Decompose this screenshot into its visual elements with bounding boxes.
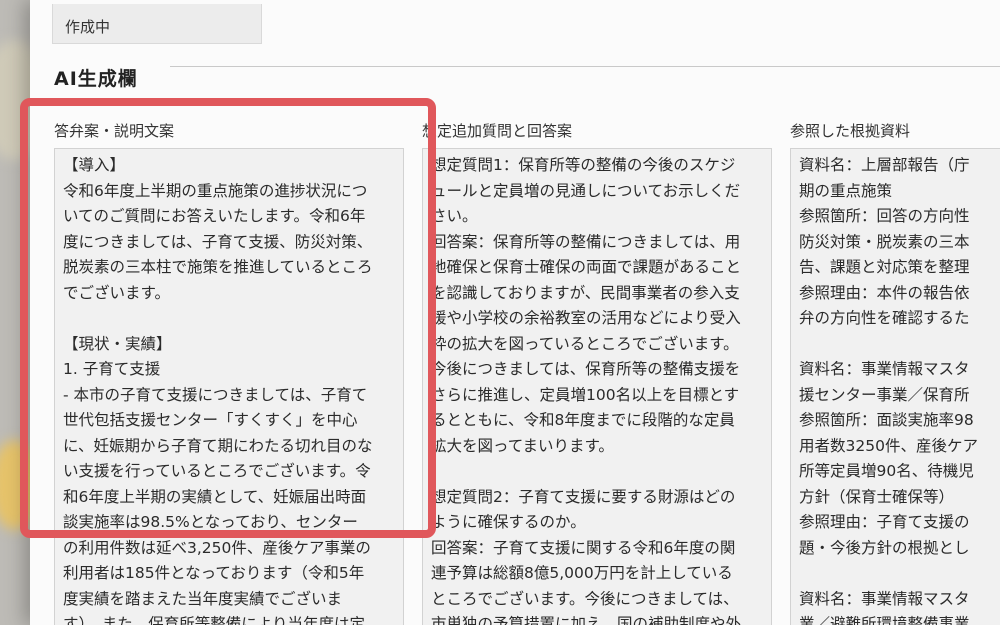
text-line: ​: [799, 561, 1000, 587]
text-line: でございます。: [63, 283, 170, 302]
text-line: 業／避難所環境整備事業: [799, 615, 970, 625]
text-line: 想定質問1：保育所等の整備の今後のスケジ: [431, 156, 736, 174]
status-field[interactable]: 作成中: [52, 4, 262, 44]
text-line: 参照箇所：回答の方向性: [799, 207, 970, 225]
text-line: 資料名：事業情報マスタ: [799, 360, 970, 378]
text-line: を認識しておりますが、民間事業者の参入支: [431, 283, 740, 302]
text-line: 防災対策・脱炭素の三本: [799, 232, 970, 251]
text-line: 告、課題と対応策を整理: [799, 258, 970, 276]
text-line: 回答案：保育所等の整備につきましては、用: [431, 232, 741, 251]
text-line: 弁の方向性を確認するた: [799, 309, 970, 327]
text-line: 資料名：事業情報マスタ: [799, 589, 970, 608]
section-divider: [170, 66, 1000, 67]
text-line: い支援を行っているところでございます。令: [63, 462, 371, 480]
text-line: 枠の拡大を図っているところでございます。: [431, 334, 739, 353]
text-line: 参照理由：子育て支援の: [799, 513, 970, 531]
text-line: 世代包括支援センター「すくすく」を中心: [63, 411, 358, 429]
text-line: 脱炭素の三本柱で施策を推進しているところ: [63, 258, 373, 276]
text-line: 参照箇所：面談実施率98: [799, 411, 974, 429]
text-line: に、妊娠期から子育て期にわたる切れ目のな: [63, 436, 373, 455]
text-line: 地確保と保育士確保の両面で課題があること: [431, 258, 742, 276]
text-line: 市単独の予算措置に加え、国の補助制度や外: [431, 615, 742, 625]
answer-draft-textarea[interactable]: 【導入】 令和6年度上半期の重点施策の進捗状況につ いてのご質問にお答えいたしま…: [54, 148, 404, 625]
section-title: AI生成欄: [54, 68, 138, 90]
text-line: 題・今後方針の根拠とし: [799, 538, 970, 557]
text-line: ​: [431, 459, 763, 485]
text-line: 和6年度上半期の実績として、妊娠届出時面: [63, 487, 367, 506]
text-line: 【現状・実績】: [63, 334, 172, 353]
reference-docs-label: 参照した根拠資料: [790, 122, 911, 140]
text-line: 今後につきましては、保育所等の整備支援を: [431, 360, 741, 378]
text-line: す）。また、保育所等整備により当年度は定: [63, 615, 365, 625]
followup-qa-textarea[interactable]: 想定質問1：保育所等の整備の今後のスケジ ュールと定員増の見通しについてお示しく…: [422, 148, 772, 625]
text-line: ュールと定員増の見通しについてお示しくだ: [431, 181, 741, 200]
text-line: ように確保するのか。: [431, 513, 586, 531]
text-line: ​: [799, 332, 1000, 358]
text-line: 回答案：子育て支援に関する令和6年度の関: [431, 538, 736, 557]
text-line: さらに推進し、定員増100名以上を目標とす: [431, 385, 740, 404]
text-line: 度につきましては、子育て支援、防災対策、: [63, 232, 373, 251]
text-line: さい。: [431, 207, 478, 225]
text-line: 1. 子育て支援: [63, 360, 161, 378]
text-line: 参照理由：本件の報告依: [799, 283, 970, 302]
text-line: いてのご質問にお答えいたします。令和6年: [63, 207, 366, 225]
text-line: 連予算は総額8億5,000万円を計上している: [431, 564, 733, 582]
document-page: 作成中 AI生成欄 答弁案・説明文案 【導入】 令和6年度上半期の重点施策の進捗…: [30, 0, 1000, 625]
answer-draft-label: 答弁案・説明文案: [54, 122, 175, 140]
text-line: 方針（保育士確保等）: [799, 487, 955, 506]
status-value: 作成中: [65, 18, 111, 36]
text-line: 援や小学校の余裕教室の活用などにより受入: [431, 309, 741, 327]
text-line: 令和6年度上半期の重点施策の進捗状況につ: [63, 181, 368, 200]
text-line: 談実施率は98.5%となっており、センター: [63, 513, 358, 531]
text-line: 想定質問2：子育て支援に要する財源はどの: [431, 487, 736, 506]
text-line: 期の重点施策: [799, 181, 893, 200]
text-line: - 本市の子育て支援につきましては、子育て: [63, 385, 368, 404]
text-line: 用者数3250件、産後ケア: [799, 436, 978, 455]
text-line: の利用件数は延べ3,250件、産後ケア事業の: [63, 538, 371, 557]
text-line: 【導入】: [63, 156, 126, 174]
text-line: 所等定員増90名、待機児: [799, 462, 974, 480]
reference-docs-textarea[interactable]: 資料名：上層部報告（庁 期の重点施策 参照箇所：回答の方向性 防災対策・脱炭素の…: [790, 148, 1000, 625]
text-line: ところでございます。今後につきましては、: [431, 589, 739, 608]
followup-qa-label: 想定追加質問と回答案: [422, 122, 573, 140]
text-line: 度実績を踏まえた当年度実績でございま: [63, 589, 343, 608]
text-line: 資料名：上層部報告（庁: [799, 156, 970, 174]
text-line: ​: [63, 306, 395, 332]
text-line: るとともに、令和8年度までに段階的な定員: [431, 411, 735, 429]
text-line: 援センター事業／保育所: [799, 385, 970, 404]
text-line: 拡大を図ってまいります。: [431, 436, 614, 455]
text-line: 利用者は185件となっております（令和5年: [63, 564, 365, 582]
